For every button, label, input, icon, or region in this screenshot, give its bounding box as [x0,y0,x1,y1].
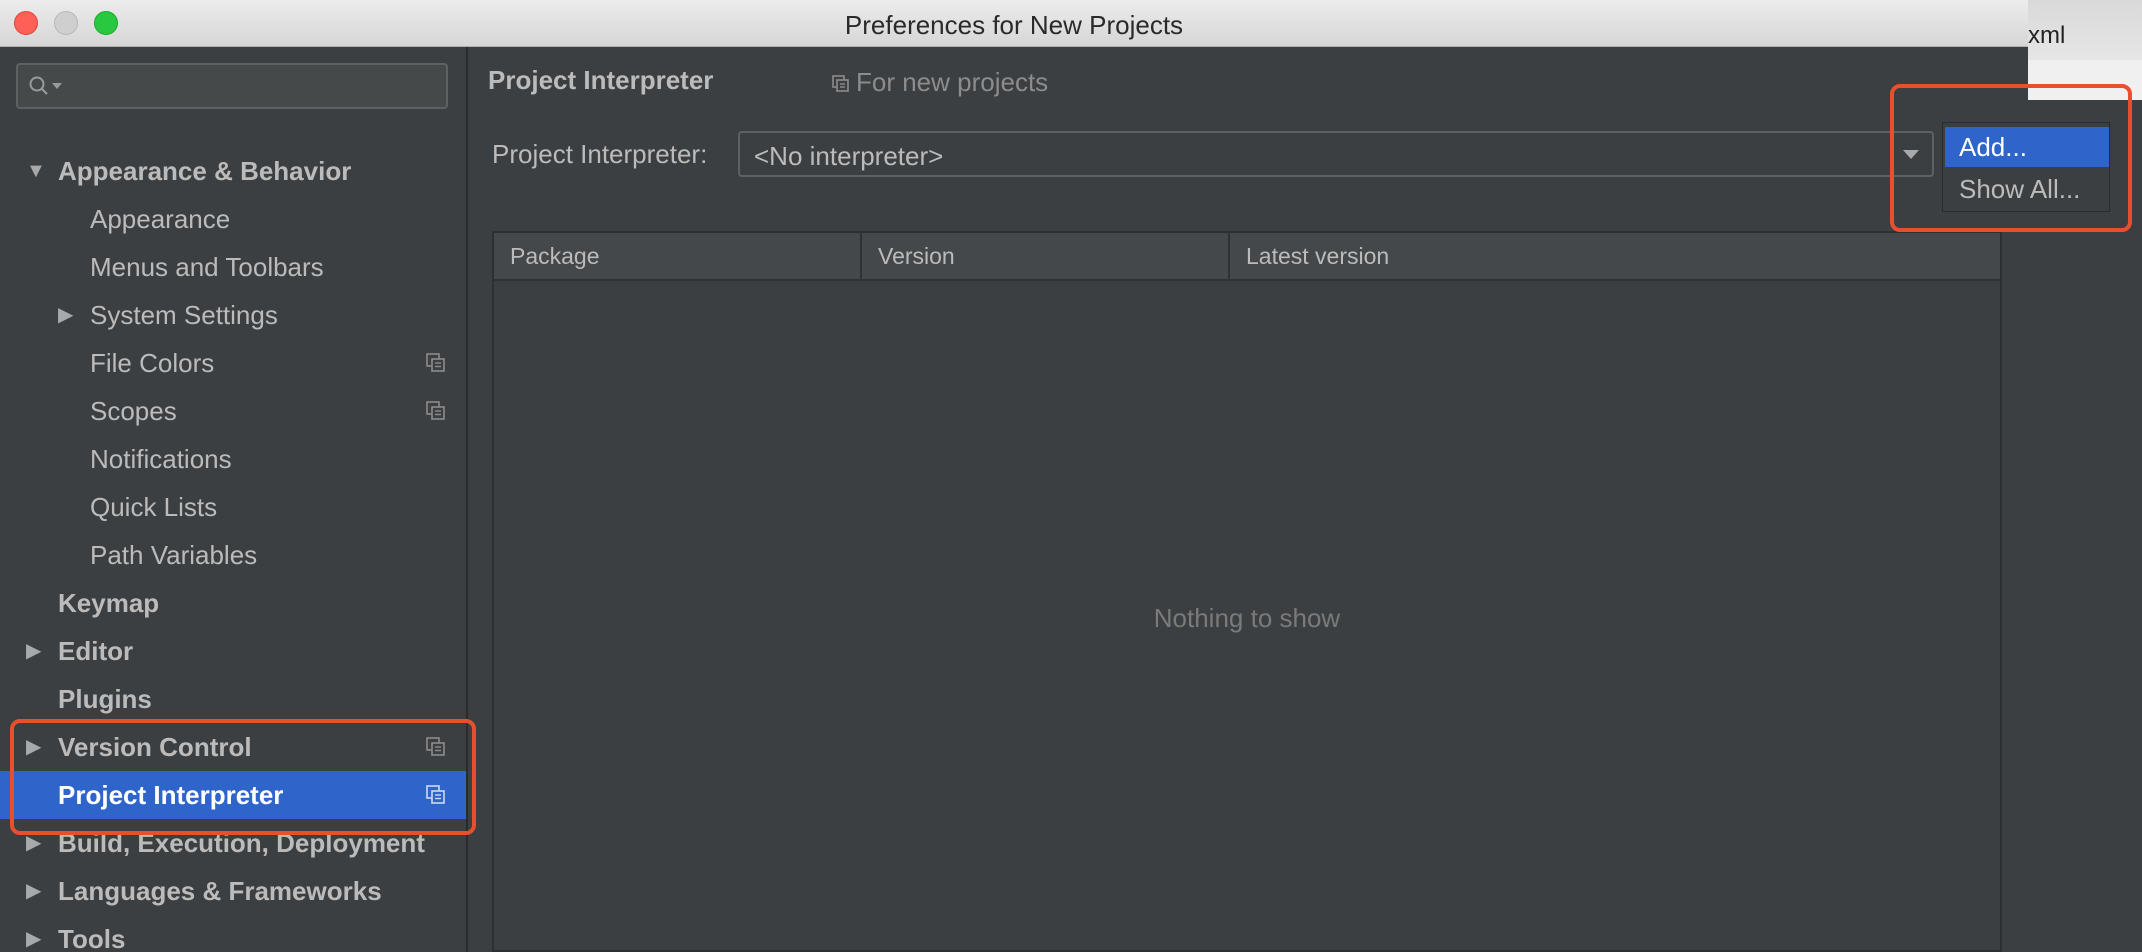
sidebar-item-menus-and-toolbars[interactable]: Menus and Toolbars [0,243,466,291]
copy-settings-icon [426,785,445,804]
expand-arrow-right-icon[interactable]: ▶ [26,723,41,771]
sidebar-item-quick-lists[interactable]: Quick Lists [0,483,466,531]
interpreter-select[interactable]: <No interpreter> [738,131,1934,177]
sidebar-item-label: System Settings [90,300,278,330]
sidebar-item-label: Appearance [90,204,231,234]
interpreter-options-menu: Add... Show All... [1942,122,2110,212]
sidebar-item-plugins[interactable]: Plugins [0,675,466,723]
menu-item-add[interactable]: Add... [1945,127,2109,167]
sidebar-item-label: Appearance & Behavior [58,156,352,186]
sidebar-item-label: Path Variables [90,540,258,570]
sidebar-item-build-execution-deployment[interactable]: ▶ Build, Execution, Deployment [0,819,466,867]
settings-search-input[interactable] [16,63,448,109]
sidebar-item-label: Notifications [90,444,232,474]
expand-arrow-right-icon[interactable]: ▶ [26,915,41,952]
sidebar-item-label: Menus and Toolbars [90,252,324,282]
background-app-toolbar: xml [2028,0,2142,60]
chevron-down-icon[interactable] [1900,143,1922,165]
sidebar-item-keymap[interactable]: Keymap [0,579,466,627]
expand-arrow-right-icon[interactable]: ▶ [26,867,41,915]
sidebar-item-label: Tools [58,924,126,952]
sidebar-item-label: Scopes [90,396,177,426]
sidebar-item-label: Version Control [58,732,252,762]
sidebar-item-appearance-behavior[interactable]: ▼ Appearance & Behavior [0,147,466,195]
copy-settings-icon [426,737,445,756]
column-header-latest-version[interactable]: Latest version [1230,233,2000,279]
sidebar-item-languages-frameworks[interactable]: ▶ Languages & Frameworks [0,867,466,915]
window-title: Preferences for New Projects [844,10,1184,40]
sidebar-item-scopes[interactable]: Scopes [0,387,466,435]
sidebar-item-appearance[interactable]: Appearance [0,195,466,243]
sidebar-item-path-variables[interactable]: Path Variables [0,531,466,579]
scope-note-text: For new projects [856,67,1049,97]
expand-arrow-right-icon[interactable]: ▶ [58,291,73,339]
expand-arrow-down-icon[interactable]: ▼ [26,147,46,195]
scope-note: For new projects [832,67,1048,98]
column-header-package[interactable]: Package [494,233,862,279]
expand-arrow-right-icon[interactable]: ▶ [26,819,41,867]
copy-settings-icon [832,75,849,92]
sidebar-item-project-interpreter[interactable]: Project Interpreter [0,771,466,819]
title-bar[interactable]: Preferences for New Projects [0,0,2028,47]
packages-table-header: Package Version Latest version [494,233,2000,281]
sidebar-item-notifications[interactable]: Notifications [0,435,466,483]
sidebar-item-file-colors[interactable]: File Colors [0,339,466,387]
project-interpreter-panel: Project Interpreter For new projects Pro… [468,47,2028,952]
sidebar-item-label: Plugins [58,684,152,714]
background-app-panel [2028,100,2142,952]
interpreter-label: Project Interpreter: [492,139,708,169]
copy-settings-icon [426,401,445,420]
sidebar-item-system-settings[interactable]: ▶ System Settings [0,291,466,339]
column-header-version[interactable]: Version [862,233,1230,279]
search-options-chevron-icon[interactable] [52,83,62,91]
sidebar-item-tools[interactable]: ▶ Tools [0,915,466,952]
sidebar-item-label: Languages & Frameworks [58,876,382,906]
background-app-tab[interactable]: xml [2028,22,2065,50]
preferences-window: Preferences for New Projects ▼ Appearance… [0,0,2028,952]
settings-sidebar: ▼ Appearance & Behavior Appearance Menus an… [0,47,468,952]
sidebar-item-label: Project Interpreter [58,780,284,810]
sidebar-item-label: Keymap [58,588,160,618]
sidebar-item-editor[interactable]: ▶ Editor [0,627,466,675]
interpreter-select-value: <No interpreter> [754,141,944,171]
sidebar-item-label: File Colors [90,348,215,378]
copy-settings-icon [426,353,445,372]
empty-table-message: Nothing to show [1153,603,1341,633]
sidebar-item-label: Quick Lists [90,492,218,522]
sidebar-item-version-control[interactable]: ▶ Version Control [0,723,466,771]
panel-title: Project Interpreter [488,65,714,95]
search-icon [29,76,48,95]
sidebar-item-label: Editor [58,636,134,666]
sidebar-item-label: Build, Execution, Deployment [58,828,425,858]
packages-table: Package Version Latest version Nothing t… [492,231,2002,952]
background-app-strip [2028,60,2142,100]
expand-arrow-right-icon[interactable]: ▶ [26,627,41,675]
menu-item-show-all[interactable]: Show All... [1945,169,2109,209]
